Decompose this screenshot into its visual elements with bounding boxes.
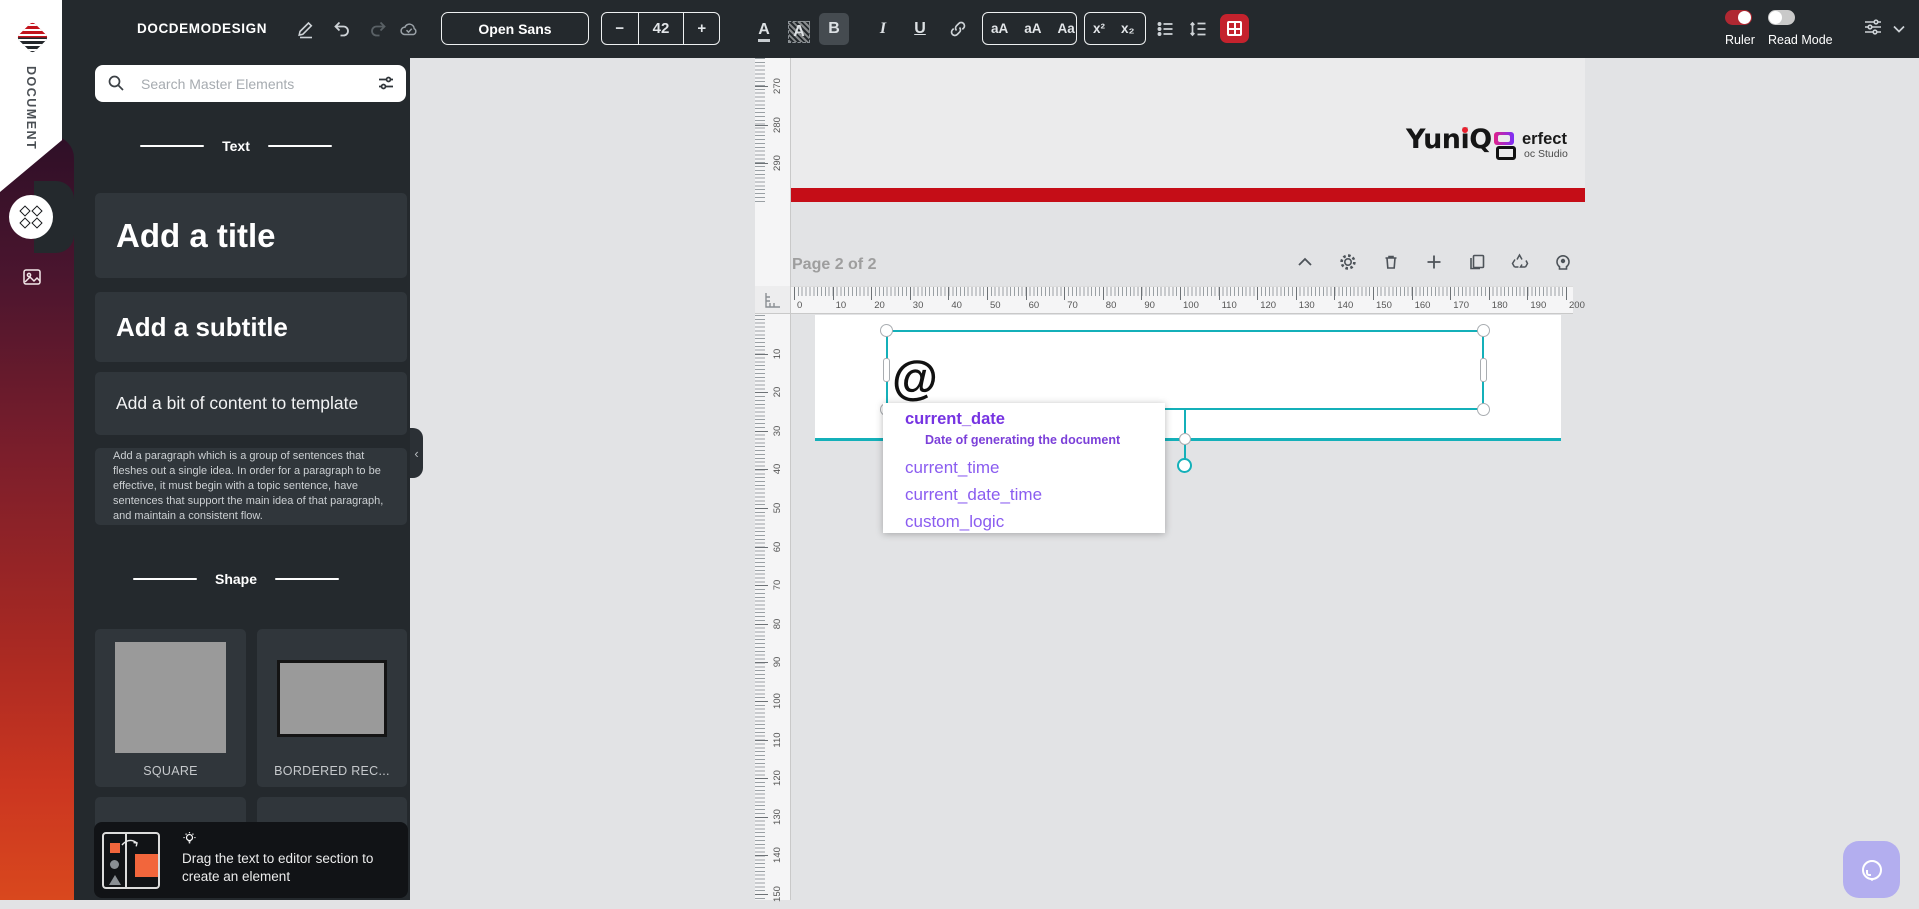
support-button[interactable] (1843, 841, 1900, 898)
master-element-bordered-rect[interactable]: BORDERED REC... (257, 629, 407, 787)
dropdown-item-description: Date of generating the document (925, 433, 1121, 447)
font-size-increase[interactable]: + (684, 20, 719, 37)
elements-icon (19, 205, 43, 229)
selected-text-element[interactable]: @ (886, 330, 1484, 410)
font-size-decrease[interactable]: − (602, 20, 638, 37)
master-element-paragraph[interactable]: Add a paragraph which is a group of sent… (95, 448, 407, 525)
text-section-header: Text (62, 138, 410, 154)
page-footer-bar (791, 188, 1585, 202)
text-color-button[interactable]: A (749, 13, 779, 45)
yuniq-logo-dot (1462, 127, 1468, 133)
shape-section-header: Shape (62, 571, 410, 587)
images-tool-button[interactable] (22, 267, 42, 287)
page-settings-icon[interactable] (1337, 251, 1359, 273)
dropdown-item-current-time[interactable]: current_time (905, 458, 999, 478)
resize-handle-se[interactable] (1477, 403, 1490, 416)
undo-icon[interactable] (332, 19, 352, 39)
text-case-group: aA aA Aa (982, 12, 1077, 45)
square-preview (115, 642, 226, 753)
perfect-doc-logo-text-top: erfect (1522, 130, 1567, 148)
perfect-doc-logo-text-bottom: oc Studio (1524, 148, 1568, 160)
search-box (95, 65, 406, 102)
script-group: x² x₂ (1084, 12, 1146, 45)
ruler-corner-widget[interactable] (755, 286, 791, 314)
perfect-doc-logo-icon (1494, 132, 1518, 162)
page-1[interactable]: YuniQ erfect oc Studio (791, 58, 1585, 202)
chevron-down-icon[interactable] (1891, 21, 1907, 37)
read-mode-toggle[interactable] (1768, 10, 1795, 25)
data-table-icon[interactable] (1220, 14, 1249, 43)
panel-collapse-button[interactable]: ‹ (410, 428, 423, 478)
dropdown-item-current-date-time[interactable]: current_date_time (905, 485, 1042, 505)
dropdown-item-current-date[interactable]: current_date (905, 410, 1005, 429)
editor-canvas: ‹ YuniQ erfect oc Studio Page 2 of 2 270… (410, 58, 1919, 902)
h-ruler: 0 10 20 30 40 50 60 70 80 90 100 110 120 130 140 150 160… (791, 286, 1585, 314)
resize-handle-e[interactable] (1480, 358, 1487, 382)
superscript-button[interactable]: x² (1085, 21, 1113, 36)
duplicate-page-icon[interactable] (1466, 251, 1488, 273)
lowercase-button[interactable]: aA (1016, 21, 1049, 36)
idea-icon[interactable] (1552, 251, 1574, 273)
resize-handle-ne[interactable] (1477, 324, 1490, 337)
master-element-content[interactable]: Add a bit of content to template (95, 372, 407, 435)
support-icon (1861, 859, 1882, 881)
element-text[interactable]: @ (892, 354, 938, 401)
redo-icon[interactable] (368, 19, 388, 39)
font-size-value[interactable]: 42 (639, 20, 683, 37)
yuniq-logo: YuniQ (1406, 124, 1492, 155)
page-indicator: Page 2 of 2 (792, 256, 877, 273)
ruler-toggle-label: Ruler (1725, 33, 1755, 47)
elements-tool-button[interactable] (9, 195, 53, 239)
search-icon (107, 74, 125, 92)
bold-button[interactable]: B (819, 13, 849, 45)
merge-tag-dropdown: current_date Date of generating the docu… (883, 403, 1165, 533)
resize-handle-w[interactable] (883, 358, 890, 382)
subscript-button[interactable]: x₂ (1113, 21, 1143, 36)
master-elements-panel: Text Add a title Add a subtitle Add a bi… (62, 58, 410, 900)
line-spacing-icon[interactable] (1188, 19, 1208, 39)
bullet-list-icon[interactable] (1156, 19, 1176, 39)
search-input[interactable] (141, 65, 351, 102)
font-family-select[interactable]: Open Sans (441, 12, 589, 45)
settings-sliders-icon[interactable] (1863, 17, 1883, 37)
rename-pencil-icon[interactable] (296, 19, 316, 39)
v-ruler-zone-top (755, 58, 765, 202)
cloud-save-icon (399, 19, 419, 39)
v-ruler-zone-page (755, 315, 765, 900)
page-toolbar (1294, 251, 1574, 273)
drag-hint-text: Drag the text to editor section to creat… (182, 851, 374, 885)
delete-page-icon[interactable] (1380, 251, 1402, 273)
resize-handle-nw[interactable] (880, 324, 893, 337)
capitalize-button[interactable]: Aa (1050, 21, 1083, 36)
anchor-mid-handle[interactable] (1179, 433, 1191, 445)
anchor-end-handle[interactable] (1177, 458, 1192, 473)
master-element-title[interactable]: Add a title (95, 193, 407, 278)
underline-button[interactable]: U (905, 13, 935, 45)
collapse-page-icon[interactable] (1294, 251, 1316, 273)
italic-button[interactable]: I (868, 13, 898, 45)
lightbulb-icon (182, 831, 197, 846)
recycle-icon[interactable] (1509, 251, 1531, 273)
vertical-ruler: 270 280 290 10 20 30 40 50 60 70 80 90 100 110 120 130 1… (755, 58, 791, 902)
document-title: DOCDEMODESIGN (137, 21, 268, 36)
filter-icon[interactable] (377, 74, 395, 92)
drag-hint-tooltip: Drag the text to editor section to creat… (94, 822, 408, 898)
uppercase-button[interactable]: aA (983, 21, 1016, 36)
highlight-color-button[interactable]: A (784, 13, 814, 45)
drag-arrow-icon (121, 839, 138, 847)
ruler-toggle[interactable] (1725, 10, 1752, 25)
font-size-stepper: − 42 + (601, 12, 720, 45)
bordered-rect-preview (277, 660, 387, 737)
drag-illustration (102, 832, 160, 889)
read-mode-toggle-label: Read Mode (1768, 33, 1833, 47)
add-page-icon[interactable] (1423, 251, 1445, 273)
rail-section-label: DOCUMENT (24, 66, 38, 151)
link-icon[interactable] (948, 19, 968, 39)
master-element-subtitle[interactable]: Add a subtitle (95, 292, 407, 362)
master-element-square[interactable]: SQUARE (95, 629, 246, 787)
dropdown-item-custom-logic[interactable]: custom_logic (905, 512, 1004, 532)
top-toolbar: DOCDEMODESIGN Open Sans − 42 + A A B I U… (62, 0, 1919, 58)
